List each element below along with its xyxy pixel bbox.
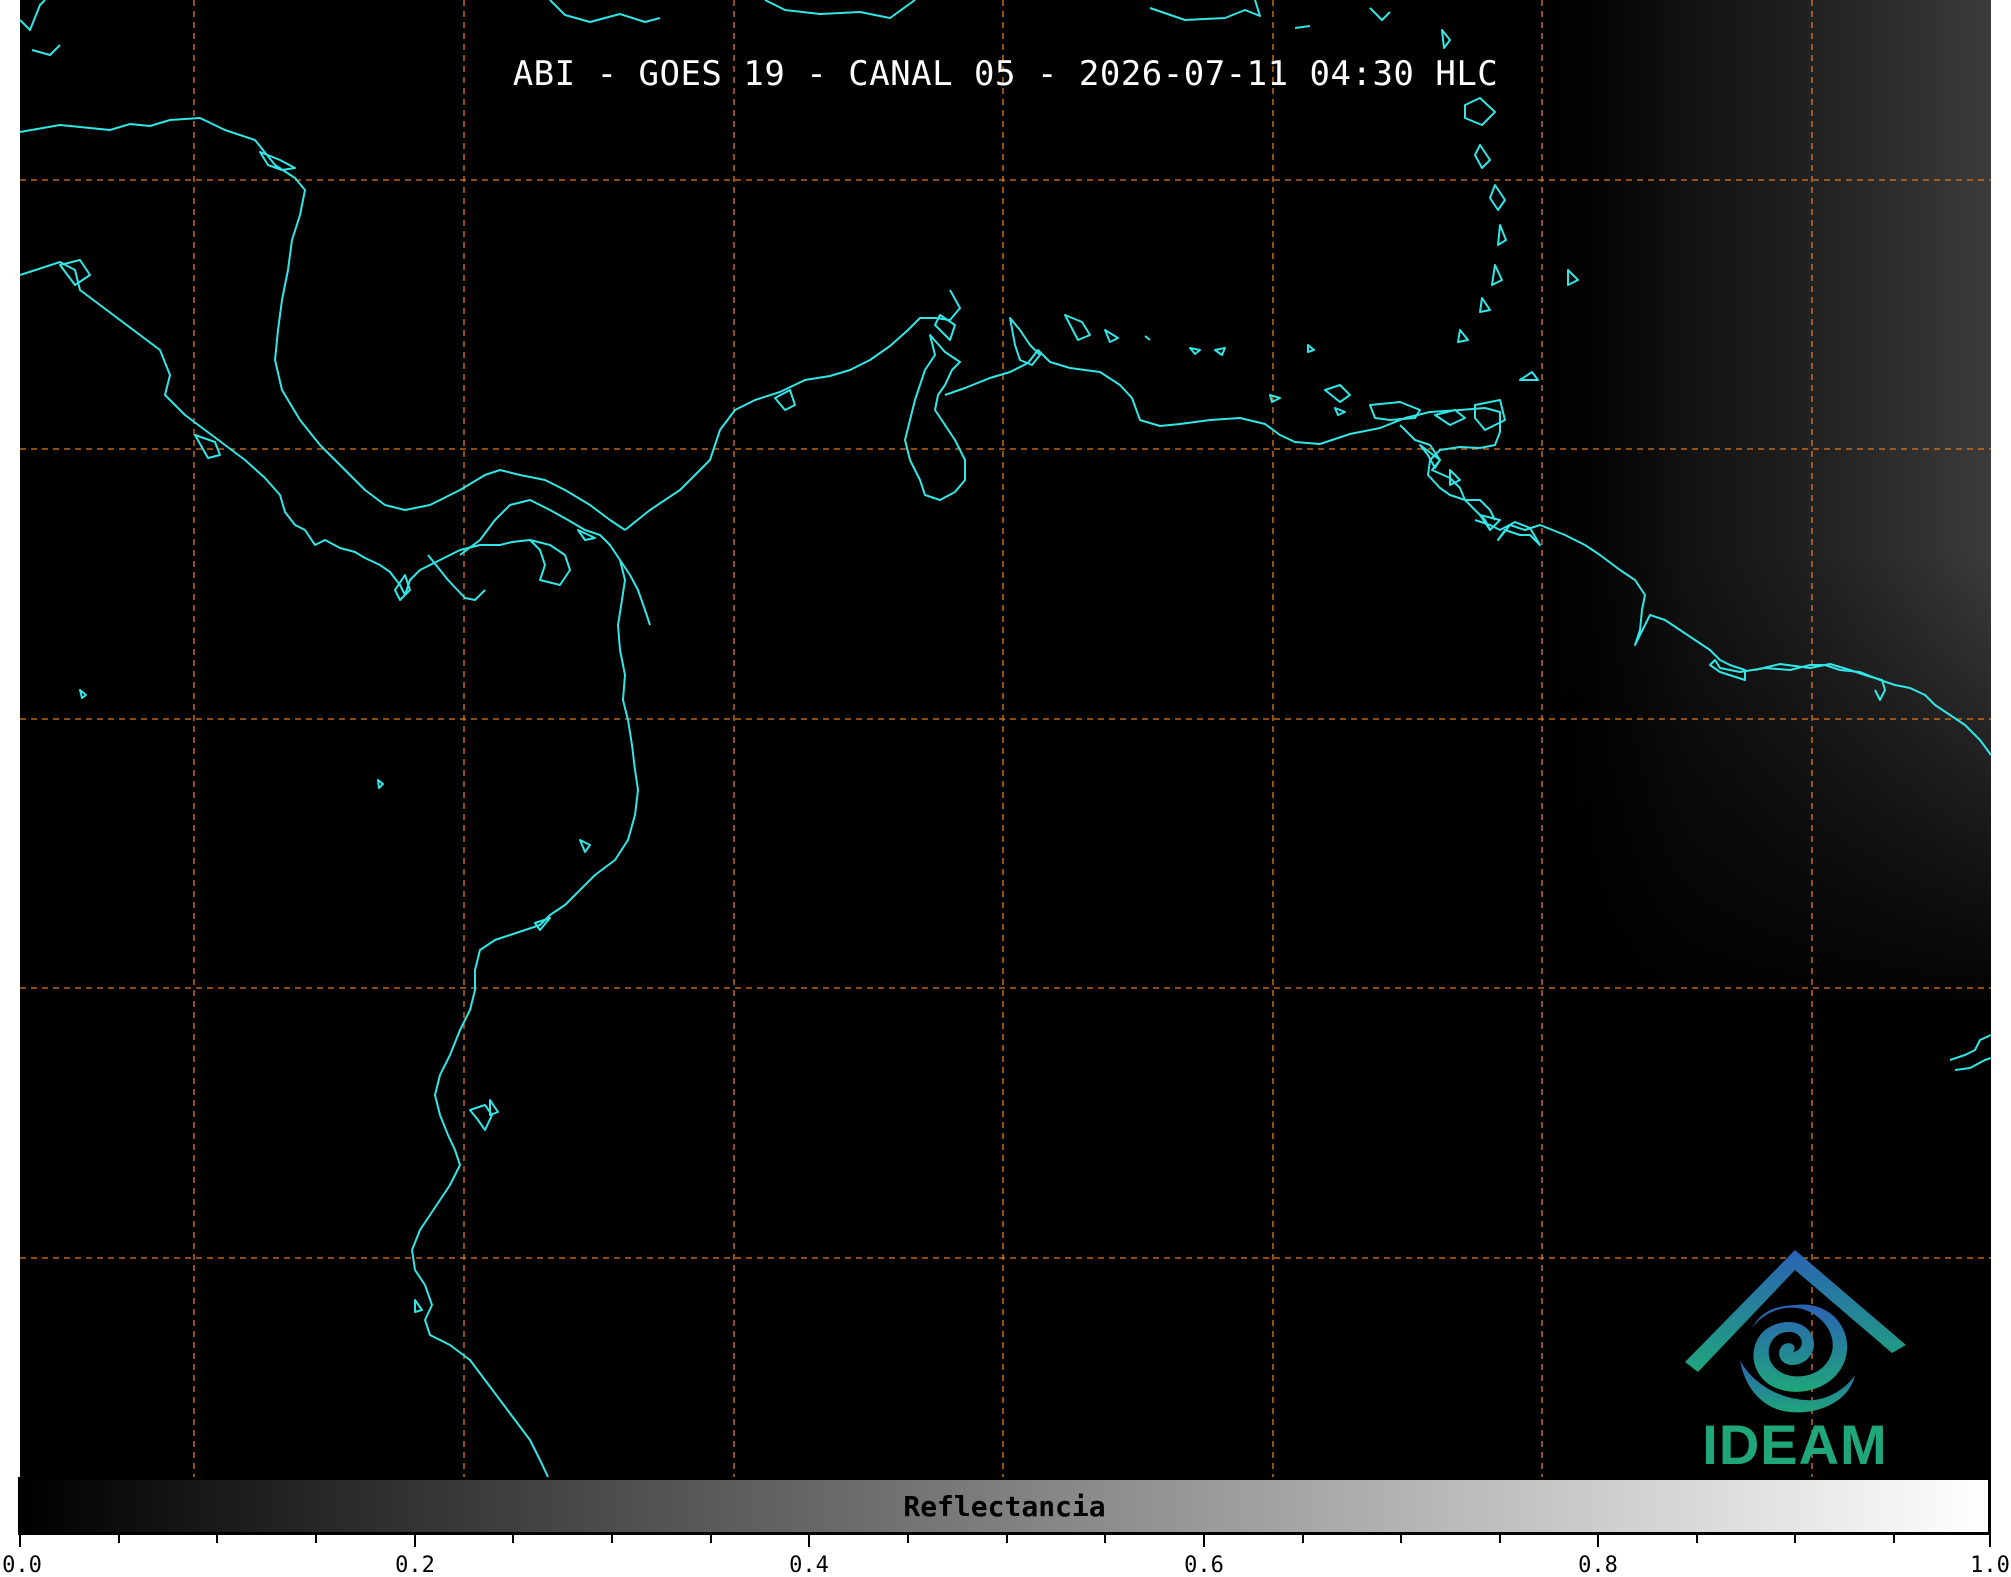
colorbar-tick-label: 0.8 [1578,1553,1618,1577]
coastline-orinoco-delta [1399,424,1496,521]
coastline-puertorico [1149,0,1261,21]
colorbar-tick-marks [19,1535,1991,1547]
coastline-island [1294,25,1311,29]
colorbar-tick-label: 0.0 [2,1553,42,1577]
coastline-guajira [904,334,966,501]
coastline-mexico-pacific [20,261,406,596]
colorbar-tick-label: 0.2 [395,1553,435,1577]
ideam-emblem-icon [1685,1250,1906,1413]
satellite-map[interactable]: ABI - GOES 19 - CANAL 05 - 2026-07-11 04… [20,0,1991,1477]
colorbar: Reflectancia [18,1477,1991,1535]
coastline-east-bottom [1949,1034,1991,1061]
coastline-colombia-pacific [411,559,639,1477]
ideam-logo: IDEAM [1680,1250,1910,1476]
map-title: ABI - GOES 19 - CANAL 05 - 2026-07-11 04… [512,54,1499,94]
colorbar-tick-label: 1.0 [1970,1553,2010,1577]
colorbar-tick-label: 0.6 [1184,1553,1224,1577]
coastline-antilles [1441,29,1451,49]
ideam-logo-text: IDEAM [1702,1413,1888,1476]
coastline-island [1369,7,1391,21]
colorbar-tick-label: 0.4 [789,1553,829,1577]
coastline-cuba [549,0,661,23]
coastline-top-left [20,0,46,31]
colorbar-ticks: 0.0 0.2 0.4 0.6 0.8 1.0 [0,1535,2011,1577]
coastline-colombia-caribbean [624,289,961,531]
colorbar-label: Reflectancia [903,1490,1106,1523]
cloud-region [1520,0,1991,1000]
coastline-hispaniola [764,0,916,19]
